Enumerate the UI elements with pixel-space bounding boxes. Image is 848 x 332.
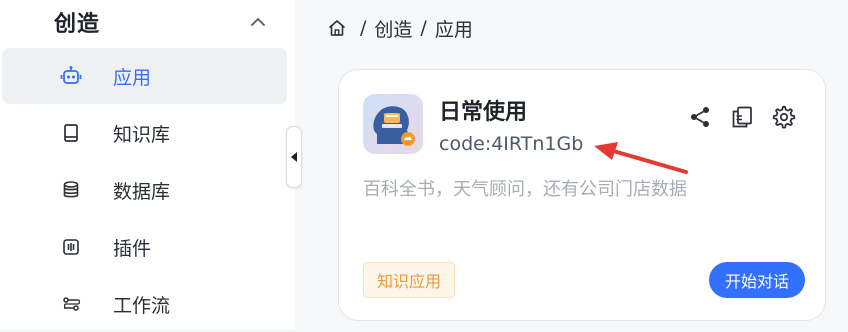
- sidebar-item-knowledge[interactable]: 知识库: [2, 105, 287, 161]
- sidebar: 创造 应用 知识库 数据库 插件 工作流: [0, 0, 295, 329]
- home-icon[interactable]: [326, 17, 348, 39]
- collapse-arrow-icon: [291, 152, 297, 162]
- app-description: 百科全书，天气顾问，还有公司门店数据: [363, 179, 687, 200]
- app-card[interactable]: 日常使用 code:4IRTn1Gb 百科全书，天气顾问，还有公司门店数据 知识…: [338, 69, 826, 321]
- sidebar-item-label: 知识库: [113, 123, 171, 146]
- sidebar-collapse-handle[interactable]: [286, 126, 302, 188]
- breadcrumb-separator: /: [420, 17, 427, 39]
- workflow-icon: [60, 293, 82, 315]
- sidebar-item-plugins[interactable]: 插件: [2, 219, 287, 275]
- share-icon[interactable]: [687, 104, 713, 130]
- chevron-up-icon[interactable]: [248, 12, 268, 32]
- app-type-tag: 知识应用: [363, 262, 456, 298]
- gear-icon[interactable]: [771, 104, 797, 130]
- robot-icon: [60, 65, 82, 87]
- copy-icon[interactable]: [729, 104, 755, 130]
- plugin-icon: [60, 236, 82, 258]
- sidebar-item-label: 插件: [113, 237, 152, 260]
- sidebar-item-workflow[interactable]: 工作流: [2, 276, 287, 332]
- sidebar-item-label: 工作流: [113, 294, 171, 317]
- database-icon: [60, 179, 82, 201]
- sidebar-item-apps[interactable]: 应用: [2, 48, 287, 104]
- breadcrumb: / 创造 / 应用: [326, 14, 473, 42]
- breadcrumb-item-create[interactable]: 创造: [374, 15, 412, 42]
- breadcrumb-item-apps: 应用: [434, 18, 473, 41]
- breadcrumb-separator: /: [360, 17, 367, 39]
- card-actions: [687, 104, 797, 130]
- section-title: 创造: [54, 12, 101, 37]
- app-avatar: [363, 94, 423, 154]
- start-chat-button[interactable]: 开始对话: [708, 262, 805, 298]
- sidebar-item-label: 数据库: [113, 180, 171, 203]
- section-header-create[interactable]: 创造: [54, 2, 274, 42]
- app-code: code:4IRTn1Gb: [439, 133, 584, 155]
- sidebar-item-label: 应用: [113, 66, 152, 89]
- app-name: 日常使用: [439, 100, 528, 125]
- book-icon: [60, 122, 82, 144]
- sidebar-item-database[interactable]: 数据库: [2, 162, 287, 218]
